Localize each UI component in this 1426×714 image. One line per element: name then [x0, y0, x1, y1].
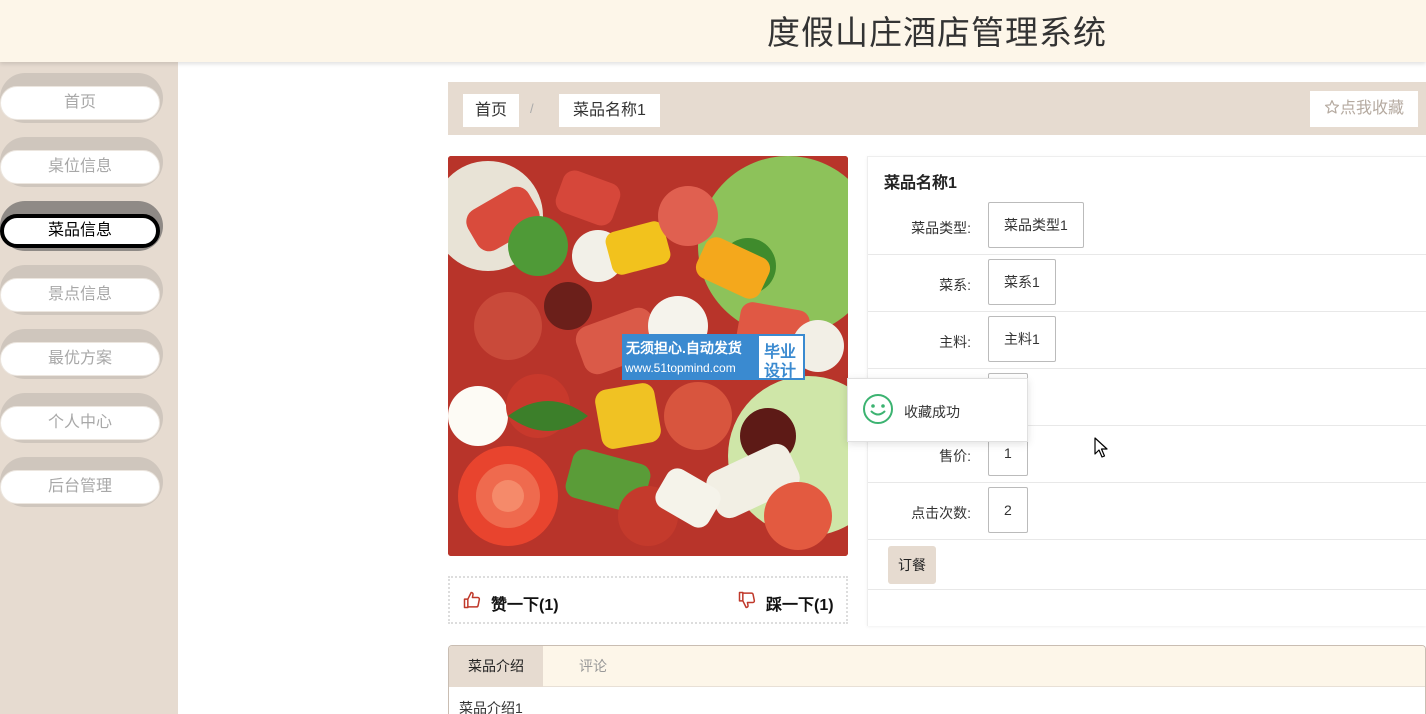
- sidebar-item-home[interactable]: 首页: [0, 73, 163, 123]
- top-header: 度假山庄酒店管理系统: [0, 0, 1426, 62]
- sidebar-item-attractions[interactable]: 景点信息: [0, 265, 163, 315]
- detail-row-cuisine: 菜系: 菜系1: [868, 255, 1426, 312]
- dislike-button[interactable]: 踩一下(1): [737, 590, 834, 615]
- watermark-url: www.51topmind.com: [625, 361, 736, 375]
- toast-message: 收藏成功: [904, 404, 960, 420]
- detail-row-type: 菜品类型: 菜品类型1: [868, 198, 1426, 255]
- success-toast: 收藏成功: [847, 378, 1028, 442]
- favorite-button[interactable]: 点我收藏: [1310, 91, 1418, 127]
- breadcrumb-separator: /: [530, 101, 534, 116]
- sidebar-item-label: 后台管理: [0, 470, 160, 504]
- dish-title: 菜品名称1: [884, 175, 957, 192]
- sidebar-item-personal-center[interactable]: 个人中心: [0, 393, 163, 443]
- breadcrumb-home-link[interactable]: 首页: [463, 94, 520, 127]
- site-title: 度假山庄酒店管理系统: [767, 14, 1107, 51]
- sidebar-item-best-plan[interactable]: 最优方案: [0, 329, 163, 379]
- breadcrumb-current: 菜品名称1: [559, 94, 660, 127]
- field-label: 售价:: [939, 448, 971, 464]
- field-label: 点击次数:: [911, 505, 971, 521]
- sidebar-item-label: 景点信息: [0, 278, 160, 312]
- watermark-badge: 无须担心.自动发货 www.51topmind.com 毕业 设计: [622, 334, 805, 380]
- dish-tabs: 菜品介绍 评论 菜品介绍1: [448, 645, 1426, 714]
- tab-introduction[interactable]: 菜品介绍: [449, 646, 543, 687]
- sidebar-item-tables[interactable]: 桌位信息: [0, 137, 163, 187]
- field-value: 2: [988, 487, 1028, 533]
- sidebar-item-label: 首页: [0, 86, 160, 120]
- sidebar-item-label: 最优方案: [0, 342, 160, 376]
- field-label: 主料:: [939, 334, 971, 350]
- order-button[interactable]: 订餐: [888, 546, 936, 584]
- thumbs-up-icon: [462, 590, 482, 615]
- sidebar: 首页 桌位信息 菜品信息 景点信息 最优方案 个人中心 后台管理: [0, 62, 178, 714]
- detail-row-clicks: 点击次数: 2: [868, 483, 1426, 540]
- tabs-header: 菜品介绍 评论: [449, 646, 1425, 687]
- field-value: 菜系1: [988, 259, 1056, 305]
- sidebar-item-label: 个人中心: [0, 406, 160, 440]
- field-value: 主料1: [988, 316, 1056, 362]
- divider: [868, 589, 1426, 590]
- tab-content-text: 菜品介绍1: [459, 700, 523, 714]
- tab-comments[interactable]: 评论: [543, 646, 643, 687]
- detail-row-main-ingredient: 主料: 主料1: [868, 312, 1426, 369]
- watermark-line1: 无须担心.自动发货: [626, 340, 742, 356]
- sidebar-item-admin[interactable]: 后台管理: [0, 457, 163, 507]
- watermark-logo: 毕业 设计: [757, 334, 805, 380]
- field-value: 菜品类型1: [988, 202, 1084, 248]
- like-button[interactable]: 赞一下(1): [462, 590, 559, 615]
- sidebar-item-label: 桌位信息: [0, 150, 160, 184]
- favorite-button-label: 点我收藏: [1339, 100, 1404, 117]
- breadcrumb: 首页 / 菜品名称1 点我收藏: [448, 82, 1426, 135]
- thumbs-down-icon: [737, 590, 757, 615]
- field-label: 菜品类型:: [911, 220, 971, 236]
- mouse-cursor-icon: [1094, 437, 1110, 459]
- dislike-label: 踩一下(1): [766, 596, 834, 614]
- dish-image: 无须担心.自动发货 www.51topmind.com 毕业 设计: [448, 156, 848, 556]
- field-label: 菜系:: [939, 277, 971, 293]
- vote-bar: 赞一下(1) 踩一下(1): [448, 576, 848, 624]
- sidebar-item-dishes[interactable]: 菜品信息: [0, 201, 163, 251]
- sidebar-item-label: 菜品信息: [0, 214, 160, 248]
- like-label: 赞一下(1): [491, 596, 559, 614]
- star-outline-icon: [1324, 93, 1340, 129]
